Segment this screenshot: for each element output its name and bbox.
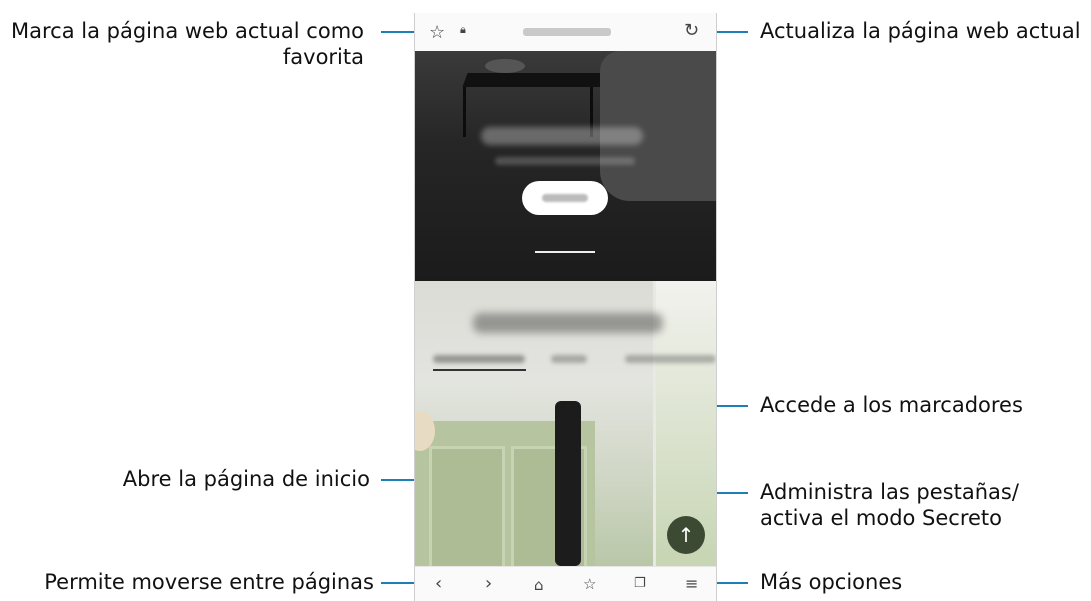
star-list-icon[interactable]: ☆ [583,575,596,593]
refresh-icon[interactable]: ↻ [684,20,699,41]
callout-favorite: Marca la página web actual como favorita [10,18,364,70]
hero-link[interactable] [535,251,595,253]
callout-favorite-line2: favorita [282,45,364,69]
buy-now-button[interactable] [522,181,608,215]
hero-subtitle [495,157,635,165]
callout-more: Más opciones [760,570,903,594]
active-tab-indicator [433,369,526,371]
hero-title [481,127,643,145]
address-bar: ☆ 🔒︎ ↻ [415,13,716,52]
callout-tabs-line2: activa el modo Secreto [760,506,1003,530]
callout-refresh: Actualiza la página web actual [760,19,1081,43]
callout-favorite-line1: Marca la página web actual como [11,19,364,43]
callout-tabs: Administra las pestañas/ activa el modo … [760,479,1019,531]
chevron-right-icon[interactable]: › [485,573,492,594]
vacuum [555,401,581,566]
sofa [600,51,716,201]
callout-home: Abre la página de inicio [122,467,370,491]
cabinet-panel [429,446,505,566]
hero-banner [415,51,716,281]
menu-icon[interactable]: ≡ [685,574,698,593]
appliances-section: ↑ [415,281,716,566]
decor-bowl [485,59,525,73]
category-tab[interactable] [433,355,525,363]
url-field[interactable] [523,28,611,36]
browser-screen: ☆ 🔒︎ ↻ ↑ ‹ › ⌂ ☆ ❐ ≡ [414,13,717,601]
section-title [473,313,663,333]
coffee-table [462,73,608,87]
table-leg [463,87,466,137]
home-icon[interactable]: ⌂ [534,576,544,594]
category-tab[interactable] [625,355,716,363]
lock-icon: 🔒︎ [460,23,466,36]
chevron-left-icon[interactable]: ‹ [435,573,442,594]
star-outline-icon[interactable]: ☆ [429,22,445,43]
arrow-up-icon[interactable]: ↑ [667,516,705,554]
callout-tabs-line1: Administra las pestañas/ [760,480,1019,504]
category-tab[interactable] [551,355,587,363]
callout-bookmarks: Accede a los marcadores [760,393,1023,417]
tabs-icon[interactable]: ❐ [634,576,646,591]
callout-navigate: Permite moverse entre páginas [44,570,374,594]
bottom-nav: ‹ › ⌂ ☆ ❐ ≡ [415,566,716,601]
